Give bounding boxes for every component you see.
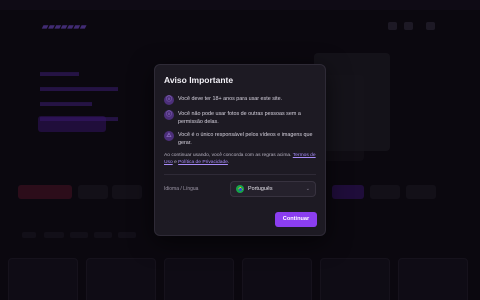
brazil-flag-icon [236, 185, 244, 194]
rule-text: Você deve ter 18+ anos para usar este si… [178, 96, 283, 102]
rule-item: ⓘ Você deve ter 18+ anos para usar este … [164, 95, 316, 105]
language-select[interactable]: Português ⌄ [230, 181, 316, 198]
page: ▰▰▰▰▰▰▰ ▬▬▬ ▬▬▬▬▬▬ ▬▬▬▬▬▬▬▬▬▬ Aviso Impo… [0, 0, 480, 300]
modal-title: Aviso Importante [164, 75, 234, 85]
rule-text: Você não pode usar fotos de outras pesso… [178, 111, 301, 125]
warning-icon: ⚠ [164, 131, 174, 141]
rule-item: ⚠ Você é o único responsável pelos vídeo… [164, 131, 316, 147]
notice-text: Ao continuar usando, você concorda com a… [164, 153, 292, 158]
notice-conjunction: e [174, 160, 177, 166]
info-circle-icon: ⓘ [164, 95, 174, 105]
rule-item: ⓘ Você não pode usar fotos de outras pes… [164, 110, 316, 126]
language-row: Idioma / Língua Português ⌄ [164, 181, 316, 198]
rule-text: Você é o único responsável pelos vídeos … [178, 132, 313, 146]
continue-button[interactable]: Continuar [275, 212, 317, 227]
chevron-down-icon: ⌄ [305, 186, 310, 193]
language-value: Português [248, 186, 273, 193]
privacy-policy-link[interactable]: Política de Privacidade [178, 160, 228, 165]
language-label: Idioma / Língua [164, 186, 199, 193]
notice-period: . [227, 160, 230, 166]
divider [164, 174, 316, 176]
terms-notice: Ao continuar usando, você concorda com a… [164, 152, 316, 166]
info-circle-icon: ⓘ [164, 110, 174, 120]
age-notice-modal: Aviso Importante ⓘ Você deve ter 18+ ano… [154, 64, 326, 236]
